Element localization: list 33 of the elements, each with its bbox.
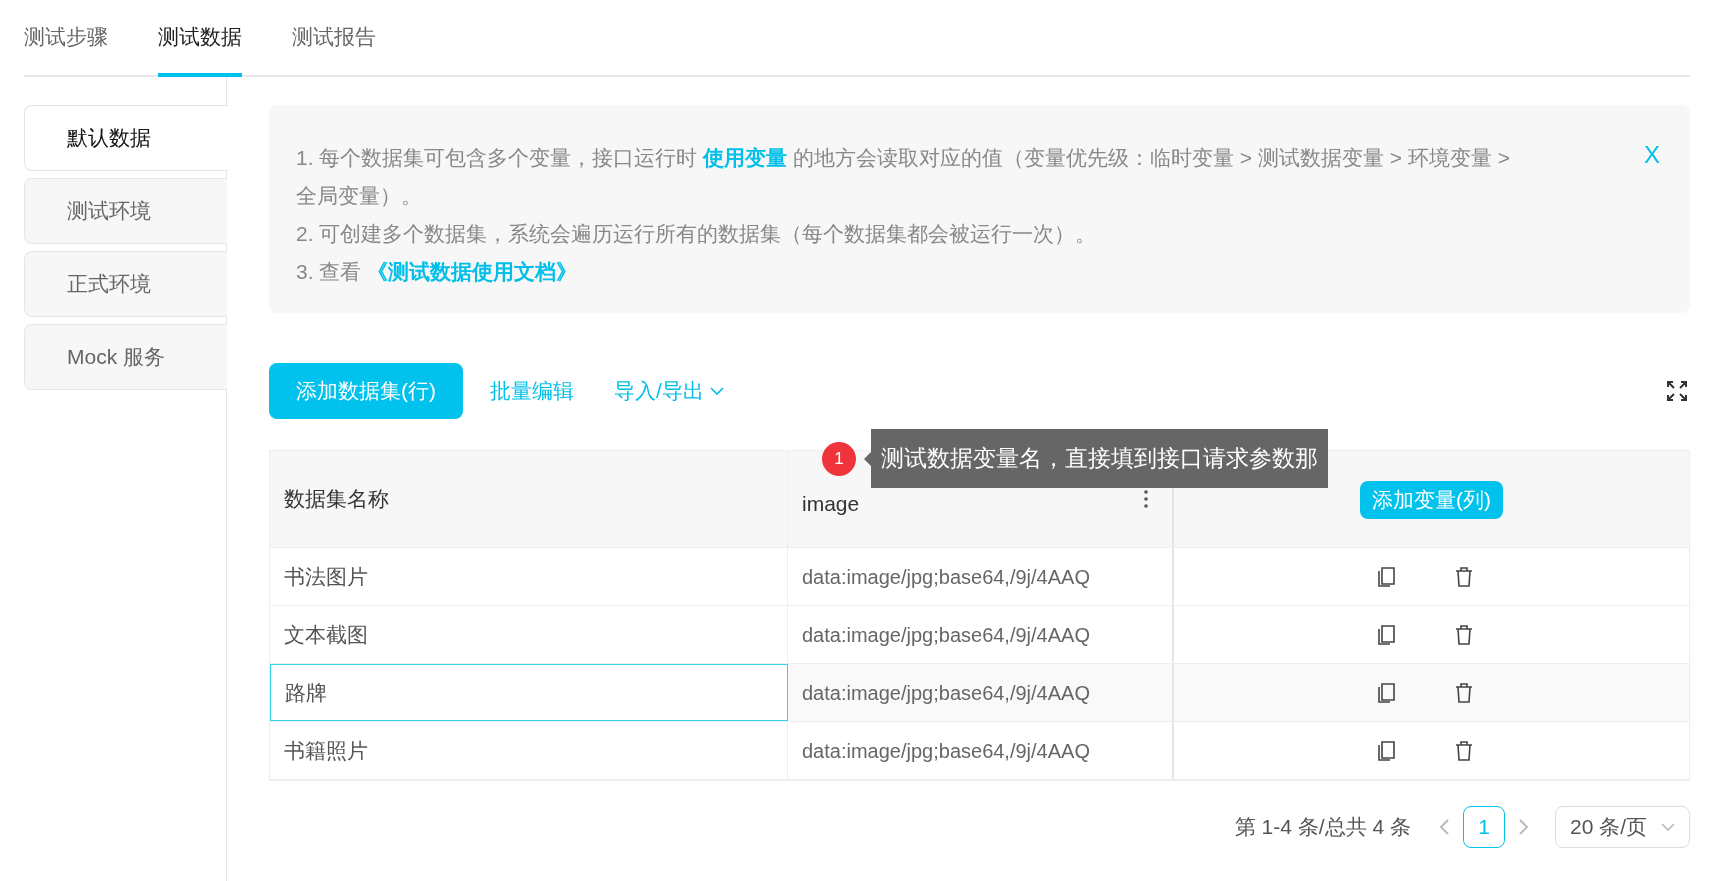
copy-icon[interactable]	[1376, 680, 1396, 705]
notice-text: 2. 可创建多个数据集，系统会遍历运行所有的数据集（每个数据集都会被运行一次）。	[296, 221, 1098, 247]
tooltip: 测试数据变量名，直接填到接口请求参数那	[871, 429, 1328, 488]
tab[interactable]: 测试数据	[158, 0, 242, 77]
caret-icon	[709, 386, 724, 396]
side-tab[interactable]: Mock 服务	[24, 324, 227, 390]
notice-text: 1. 每个数据集可包含多个变量，接口运行时 使用变量 的地方会读取对应的值（变量优先级：临时变量 > 测试数据变量 > 环境变量 > 全局变量）。	[296, 145, 1511, 209]
delete-icon[interactable]	[1454, 681, 1474, 704]
table-cell: data:image/jpg;base64,/9j/4AAQ	[788, 722, 1174, 779]
page-size-select[interactable]: 20 条/页	[1554, 806, 1690, 848]
pagination-summary: 第 1-4 条/总共 4 条	[1234, 814, 1411, 841]
copy-icon[interactable]	[1376, 738, 1396, 763]
copy-icon[interactable]	[1376, 622, 1396, 647]
side-tab[interactable]: 默认数据	[24, 105, 228, 171]
tab[interactable]: 测试报告	[292, 0, 376, 77]
table-cell[interactable]: 路牌	[270, 664, 788, 721]
side-tab[interactable]: 测试环境	[24, 178, 227, 244]
caret-icon	[1661, 822, 1675, 832]
copy-icon[interactable]	[1376, 564, 1396, 589]
table-cell[interactable]: 书法图片	[270, 548, 788, 605]
column-header: 数据集名称	[270, 451, 788, 547]
delete-icon[interactable]	[1454, 623, 1474, 646]
delete-icon[interactable]	[1454, 565, 1474, 588]
more-options-icon[interactable]	[1144, 490, 1148, 508]
table-cell[interactable]: 文本截图	[270, 606, 788, 663]
delete-icon[interactable]	[1454, 739, 1474, 762]
fullscreen-icon[interactable]	[1666, 380, 1688, 402]
table-cell[interactable]: 书籍照片	[270, 722, 788, 779]
notice-text: 3. 查看 《测试数据使用文档》	[296, 259, 579, 285]
column-header: image	[802, 491, 860, 518]
tab[interactable]: 测试步骤	[24, 0, 108, 77]
step-badge: 1	[822, 441, 856, 476]
side-tab[interactable]: 正式环境	[24, 251, 227, 317]
